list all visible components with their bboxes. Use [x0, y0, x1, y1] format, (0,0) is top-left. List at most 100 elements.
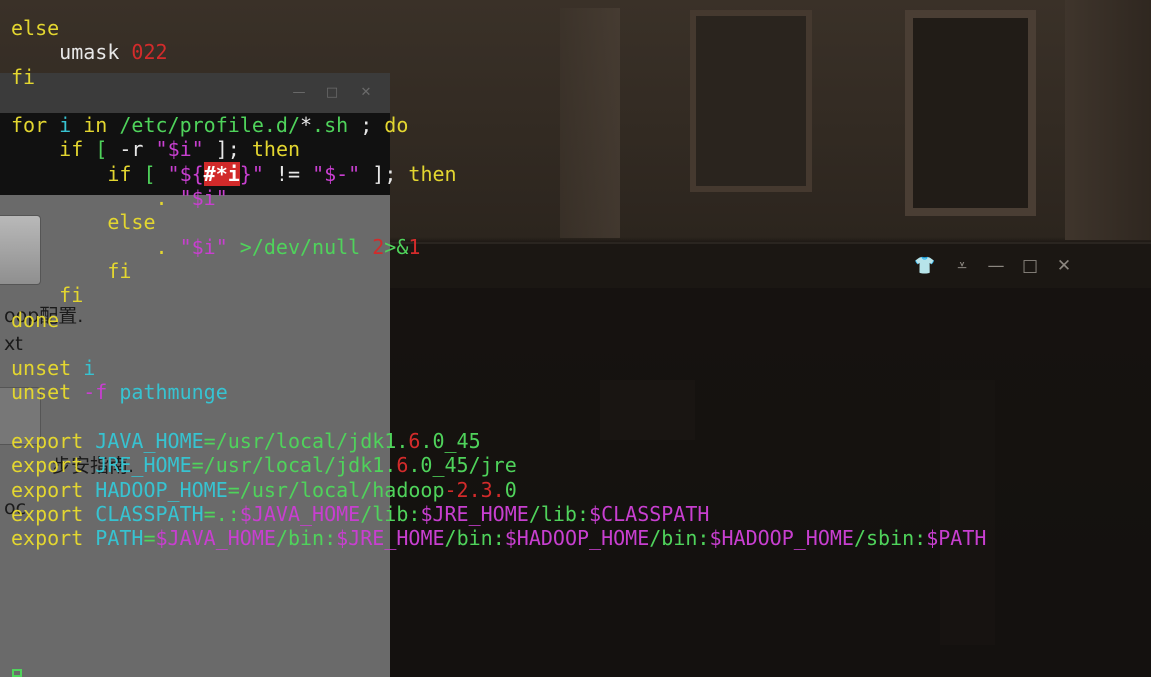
code-token: else [11, 16, 60, 40]
terminal-line: fi [11, 259, 1151, 283]
code-token: /bin: [649, 526, 710, 551]
terminal-line: unset i [11, 356, 1151, 380]
code-token: 2 [372, 234, 385, 259]
code-token: do [384, 113, 409, 138]
code-token: ]; [360, 161, 409, 186]
code-token: i [47, 113, 84, 138]
terminal-line: else [11, 210, 1151, 234]
code-token: -2.3. [444, 477, 505, 502]
terminal-line: export CLASSPATH=.:$JAVA_HOME/lib:$JRE_H… [11, 502, 1151, 526]
code-token: if [11, 161, 132, 186]
code-token: "$i" [179, 234, 228, 259]
code-token: 1 [408, 234, 421, 259]
terminal-line: . "$i" [11, 186, 1151, 210]
code-token: $i [167, 137, 192, 162]
terminal-line: export HADOOP_HOME=/usr/local/hadoop-2.3… [11, 478, 1151, 502]
code-token: unset [11, 356, 72, 381]
code-token: export [11, 453, 84, 478]
terminal-line: export PATH=$JAVA_HOME/bin:$JRE_HOME/bin… [11, 526, 1151, 550]
code-token: if [11, 137, 84, 162]
terminal-line: export JAVA_HOME=/usr/local/jdk1.6.0_45 [11, 429, 1151, 453]
code-token: -r [119, 137, 144, 162]
code-token: fi [11, 64, 36, 89]
code-token: export [11, 526, 84, 551]
code-token: /etc/profile.d/ [107, 113, 300, 138]
code-token: >/dev/null [227, 234, 373, 259]
terminal-line: umask 022 [11, 40, 1151, 64]
code-token: . [11, 234, 180, 259]
code-token: .0_45/jre [408, 453, 517, 478]
code-token: i [71, 356, 96, 381]
code-token: ]; [203, 137, 252, 162]
code-token: 6 [396, 453, 409, 478]
code-token: unset [11, 380, 72, 405]
code-token: then [408, 161, 457, 186]
terminal-line: done [11, 308, 1151, 332]
terminal-line: fi [11, 283, 1151, 307]
code-token: /bin: [275, 526, 337, 551]
code-token: JAVA_HOME [83, 429, 204, 454]
terminal-line: . "$i" >/dev/null 2>&1 [11, 235, 1151, 259]
terminal-cursor [12, 669, 22, 677]
code-token: umask [11, 40, 132, 65]
code-token: ; [348, 113, 385, 138]
code-token: $JAVA_HOME [155, 526, 276, 551]
code-token: $HADOOP_HOME [504, 526, 650, 551]
code-token: 022 [131, 40, 168, 65]
code-token: CLASSPATH [83, 501, 204, 526]
code-token: done [11, 307, 60, 332]
terminal-line: if [ "${#*i}" != "$-" ]; then [11, 161, 1151, 186]
code-token: " [143, 137, 168, 162]
code-token: .sh [312, 113, 349, 138]
desktop: 👕 ⩡ — □ ✕ — □ ✕ oop配置. xt 步安指南. oc else … [0, 0, 1151, 677]
code-token: JRE_HOME [83, 453, 192, 478]
code-token: =.: [203, 501, 240, 526]
code-token: /bin: [444, 526, 505, 551]
code-token: " [191, 137, 204, 162]
code-token: $CLASSPATH [589, 501, 710, 526]
code-token: * [300, 113, 313, 138]
code-token: =/usr/local/hadoop [227, 477, 445, 502]
code-token: then [251, 137, 301, 162]
terminal-text-buffer[interactable]: else umask 022 fi for i in /etc/profile.d… [0, 0, 1151, 677]
code-token: = [143, 526, 156, 551]
code-token: HADOOP_HOME [83, 477, 228, 502]
code-token: export [11, 477, 84, 502]
code-token: .0_45 [420, 429, 481, 454]
code-token: $HADOOP_HOME [709, 526, 854, 551]
code-token: /sbin: [853, 526, 927, 551]
code-token: $PATH [926, 526, 987, 551]
code-token: =/usr/local/jdk1. [191, 453, 397, 478]
code-token: -f [71, 380, 108, 405]
code-token: export [11, 429, 84, 454]
code-token: PATH [83, 526, 144, 551]
code-token: $JAVA_HOME [239, 501, 361, 526]
code-token: [ [131, 161, 168, 186]
code-token: fi [11, 283, 84, 308]
terminal-line: for i in /etc/profile.d/*.sh ; do [11, 113, 1151, 137]
terminal-line: unset -f pathmunge [11, 380, 1151, 404]
code-token: 0 [504, 477, 517, 502]
code-token: =/usr/local/jdk1. [203, 429, 409, 454]
search-highlight: #*i [203, 161, 240, 186]
code-token: [ [83, 137, 120, 162]
code-token: export [11, 501, 84, 526]
terminal-line: fi [11, 65, 1151, 89]
code-token: "$-" [312, 161, 361, 186]
code-token: 6 [408, 429, 421, 454]
code-token: pathmunge [107, 380, 228, 405]
code-token: /lib: [528, 501, 590, 526]
code-token: in [83, 113, 108, 138]
code-token: != [263, 161, 313, 186]
code-token: "$i" [179, 186, 228, 211]
code-token: for [11, 113, 48, 138]
code-token: . [11, 186, 180, 211]
code-token: "${ [167, 161, 204, 186]
terminal-line: else [11, 16, 1151, 40]
code-token: >& [384, 234, 409, 259]
code-token: $JRE_HOME [336, 526, 445, 551]
terminal-line: if [ -r "$i" ]; then [11, 137, 1151, 161]
